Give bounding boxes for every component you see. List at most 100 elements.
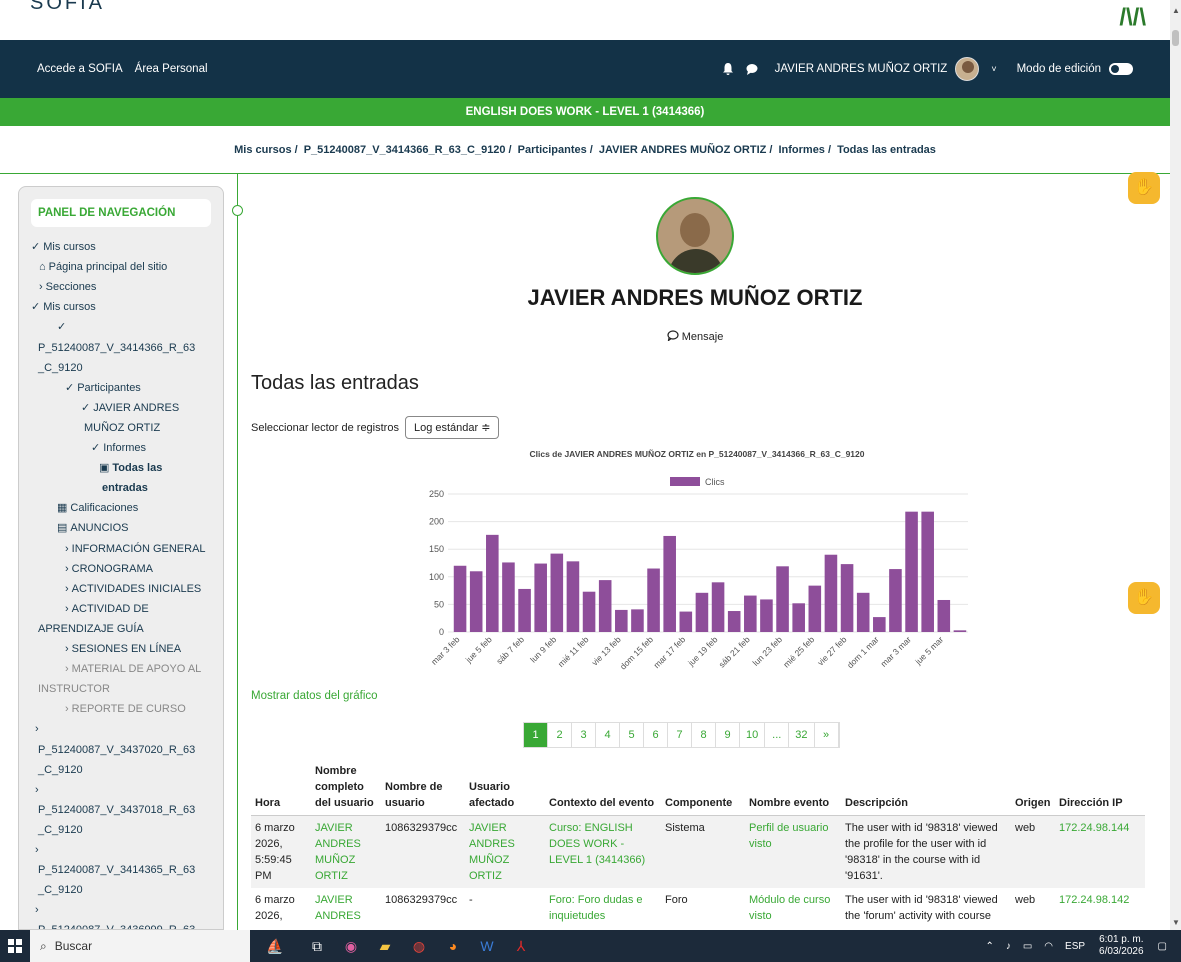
sidebar-item[interactable]: › CRONOGRAMA: [65, 561, 153, 578]
chart-bar[interactable]: [905, 511, 918, 632]
chevron-down-icon[interactable]: ˅: [991, 64, 996, 74]
file-explorer-icon[interactable]: ▰: [368, 930, 402, 962]
breadcrumb-item[interactable]: Informes: [778, 144, 824, 156]
show-chart-data-link[interactable]: Mostrar datos del gráfico: [251, 690, 378, 702]
user-name[interactable]: JAVIER ANDRES MUÑOZ ORTIZ: [775, 63, 948, 75]
chart-bar[interactable]: [711, 582, 725, 632]
chart-bar[interactable]: [889, 569, 902, 632]
page-link[interactable]: 9: [716, 723, 740, 747]
table-header-cell[interactable]: Nombre evento: [745, 760, 841, 816]
breadcrumb-item[interactable]: P_51240087_V_3414366_R_63_C_9120: [304, 144, 506, 156]
page-link[interactable]: »: [815, 723, 839, 747]
table-cell[interactable]: 172.24.98.144: [1055, 815, 1145, 888]
chart-bar[interactable]: [856, 592, 870, 632]
chat-icon[interactable]: [745, 62, 759, 76]
breadcrumb-item[interactable]: JAVIER ANDRES MUÑOZ ORTIZ: [599, 144, 766, 156]
app-icon[interactable]: ◉: [334, 930, 368, 962]
chart-bar[interactable]: [566, 561, 580, 632]
chart-bar[interactable]: [695, 592, 709, 632]
table-header-cell[interactable]: Nombre completo del usuario: [311, 760, 381, 816]
task-view-icon[interactable]: ⧉: [300, 930, 334, 962]
chart-bar[interactable]: [534, 563, 547, 632]
nav-link-sofia[interactable]: Accede a SOFIA: [37, 63, 123, 75]
battery-icon[interactable]: ▭: [1023, 941, 1032, 952]
sidebar-item[interactable]: entradas: [99, 480, 148, 497]
table-header-cell[interactable]: Componente: [661, 760, 745, 816]
table-header-cell[interactable]: Descripción: [841, 760, 1011, 816]
chart-bar[interactable]: [647, 568, 660, 632]
chart-bar[interactable]: [598, 580, 612, 632]
table-header-cell[interactable]: Hora: [251, 760, 311, 816]
chart-bar[interactable]: [502, 562, 515, 632]
chart-bar[interactable]: [631, 609, 644, 632]
scroll-up-icon[interactable]: ▲: [1172, 6, 1180, 15]
table-header-cell[interactable]: Nombre de usuario: [381, 760, 465, 816]
sidebar-item[interactable]: P_51240087_V_3437020_R_63: [35, 742, 195, 759]
sidebar-item[interactable]: › REPORTE DE CURSO: [65, 701, 186, 718]
chart-bar[interactable]: [937, 599, 951, 632]
firefox-icon[interactable]: ◕: [436, 930, 470, 962]
sidebar-item[interactable]: _C_9120: [35, 762, 83, 779]
sidebar-item[interactable]: ✓ Participantes: [65, 380, 141, 397]
sidebar-item[interactable]: › SESIONES EN LÍNEA: [65, 641, 181, 658]
chart-bar[interactable]: [824, 554, 838, 632]
sidebar-item[interactable]: › Secciones: [39, 279, 96, 296]
scroll-down-icon[interactable]: ▼: [1172, 918, 1180, 927]
chart-bar[interactable]: [921, 511, 934, 632]
table-header-cell[interactable]: Usuario afectado: [465, 760, 545, 816]
sidebar-item[interactable]: ✓ JAVIER ANDRES: [81, 400, 179, 417]
table-header-cell[interactable]: Dirección IP: [1055, 760, 1145, 816]
bell-icon[interactable]: [721, 62, 735, 76]
chart-bar[interactable]: [953, 630, 967, 632]
word-icon[interactable]: W: [470, 930, 504, 962]
user-avatar[interactable]: [955, 57, 980, 81]
page-link[interactable]: 32: [789, 723, 815, 747]
sidebar-item[interactable]: P_51240087_V_3436999_R_63: [35, 922, 195, 929]
sena-logo[interactable]: /\/\: [1119, 4, 1146, 32]
sidebar-item[interactable]: ›: [35, 902, 42, 919]
sidebar-item[interactable]: › ACTIVIDAD DE: [65, 601, 149, 618]
table-cell[interactable]: JAVIER ANDRES MUÑOZ ORTIZ: [311, 815, 381, 888]
sidebar-item[interactable]: _C_9120: [35, 360, 83, 377]
table-cell[interactable]: Módulo de curso visto: [745, 888, 841, 928]
chart-bar[interactable]: [550, 553, 564, 632]
notification-icon[interactable]: ▢: [1158, 941, 1167, 952]
sidebar-item[interactable]: ▦ Calificaciones: [57, 500, 138, 517]
page-link[interactable]: ...: [765, 723, 790, 747]
sidebar-item[interactable]: ✓: [57, 319, 69, 336]
chart-bar[interactable]: [776, 566, 789, 632]
course-title[interactable]: ENGLISH DOES WORK - LEVEL 1 (3414366): [466, 106, 705, 118]
chevron-up-icon[interactable]: ⌃: [985, 941, 993, 952]
scroll-thumb[interactable]: [1172, 30, 1179, 46]
sidebar-item[interactable]: › MATERIAL DE APOYO AL: [65, 661, 201, 678]
chart-bar[interactable]: [873, 617, 886, 632]
page-link[interactable]: 6: [644, 723, 668, 747]
page-link[interactable]: 10: [740, 723, 766, 747]
sidebar-item[interactable]: ▤ ANUNCIOS: [57, 520, 128, 537]
chart-bar[interactable]: [679, 611, 693, 632]
table-cell[interactable]: JAVIER ANDRES: [311, 888, 381, 928]
sidebar-item[interactable]: › INFORMACIÓN GENERAL: [65, 541, 206, 558]
chart-bar[interactable]: [486, 534, 499, 632]
chart-bar[interactable]: [840, 564, 854, 632]
taskbar-search[interactable]: ⌕ Buscar: [30, 930, 250, 962]
chart-bar[interactable]: [615, 609, 628, 632]
message-link[interactable]: Mensaje: [250, 330, 1140, 343]
table-cell[interactable]: JAVIER ANDRES MUÑOZ ORTIZ: [465, 815, 545, 888]
wifi-icon[interactable]: ◠: [1044, 941, 1053, 952]
table-cell[interactable]: Curso: ENGLISH DOES WORK - LEVEL 1 (3414…: [545, 815, 661, 888]
edit-mode-toggle[interactable]: [1109, 63, 1133, 75]
chrome-icon[interactable]: ◍: [402, 930, 436, 962]
breadcrumb-item[interactable]: Mis cursos: [234, 144, 291, 156]
nav-link-area-personal[interactable]: Área Personal: [135, 63, 208, 75]
table-cell[interactable]: Perfil de usuario visto: [745, 815, 841, 888]
sidebar-item[interactable]: _C_9120: [35, 882, 83, 899]
sidebar-item[interactable]: ›: [35, 782, 42, 799]
windows-start-icon[interactable]: [0, 930, 30, 962]
table-cell[interactable]: Foro: Foro dudas e inquietudes: [545, 888, 661, 928]
volume-icon[interactable]: ♪: [1006, 941, 1011, 952]
sidebar-item[interactable]: ›: [35, 842, 42, 859]
page-link[interactable]: 5: [620, 723, 644, 747]
clock[interactable]: 6:01 p. m. 6/03/2026: [1099, 934, 1144, 958]
log-reader-select[interactable]: Log estándar ≑: [404, 416, 500, 439]
